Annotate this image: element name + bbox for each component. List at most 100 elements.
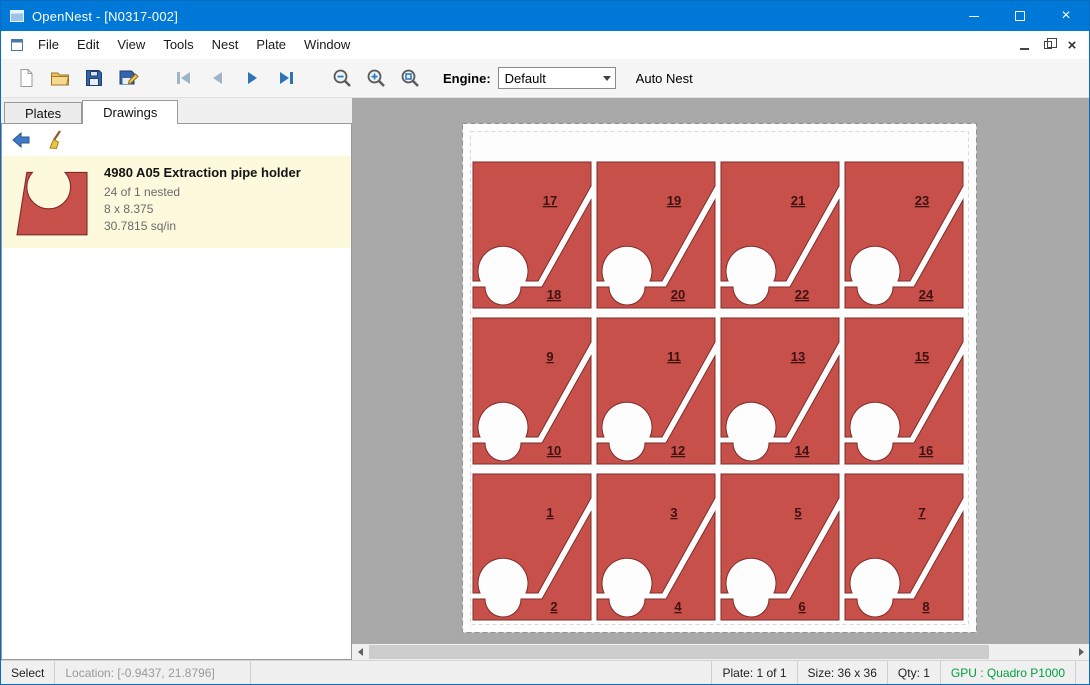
clear-button[interactable] [44,127,70,153]
status-qty: Qty: 1 [887,661,940,684]
open-folder-icon [49,67,71,89]
last-plate-button[interactable] [269,62,303,94]
zoom-fit-icon [399,67,421,89]
minimize-button[interactable] [951,1,997,31]
zoom-out-icon [331,67,353,89]
plate[interactable]: 171819202122232491011121314151612345678 [462,123,977,638]
part-number: 7 [918,505,925,520]
part-number: 15 [915,349,929,364]
new-button[interactable] [9,62,43,94]
part-number: 18 [547,287,561,302]
window-title: OpenNest - [N0317-002] [32,9,178,24]
scroll-right-icon [1079,648,1084,656]
main-toolbar: Engine: Default Auto Nest [1,59,1089,98]
menu-nest[interactable]: Nest [203,34,248,56]
auto-nest-button[interactable]: Auto Nest [636,71,693,86]
part-number: 5 [794,505,801,520]
part-number: 21 [791,193,805,208]
nest-canvas[interactable]: 171819202122232491011121314151612345678 [352,98,1089,660]
maximize-icon [1015,11,1025,21]
scroll-left-button[interactable] [352,644,368,660]
mdi-close-icon: × [1068,38,1077,53]
save-button[interactable] [77,62,111,94]
title-bar: OpenNest - [N0317-002] × [1,1,1089,31]
mdi-minimize-button[interactable] [1013,35,1035,55]
mdi-restore-button[interactable] [1037,35,1059,55]
part-number: 6 [798,599,805,614]
broom-icon [46,129,68,151]
drawing-list-item[interactable]: 4980 A05 Extraction pipe holder 24 of 1 … [2,156,351,248]
maximize-button[interactable] [997,1,1043,31]
app-window: OpenNest - [N0317-002] × File Edit View … [0,0,1090,685]
left-panel: Plates Drawings [1,98,352,660]
previous-plate-button[interactable] [201,62,235,94]
part-number: 3 [670,505,677,520]
menu-tools[interactable]: Tools [154,34,202,56]
close-icon: × [1061,8,1070,24]
part-number: 23 [915,193,929,208]
status-mode: Select [1,661,55,684]
part-number: 17 [543,193,557,208]
drawing-area: 30.7815 sq/in [104,218,301,235]
scroll-thumb[interactable] [369,645,989,659]
previous-arrow-icon [207,67,229,89]
menu-file[interactable]: File [29,34,68,56]
part-number: 13 [791,349,805,364]
drawing-title: 4980 A05 Extraction pipe holder [104,165,301,181]
part-number: 9 [546,349,553,364]
next-plate-button[interactable] [235,62,269,94]
part-number: 22 [795,287,809,302]
open-button[interactable] [43,62,77,94]
last-arrow-icon [275,67,297,89]
tab-plates[interactable]: Plates [4,102,82,123]
menu-plate[interactable]: Plate [247,34,295,56]
part-number: 19 [667,193,681,208]
engine-value: Default [499,71,599,86]
zoom-out-button[interactable] [325,62,359,94]
status-plate: Plate: 1 of 1 [711,661,796,684]
blue-back-arrow-icon [10,129,32,151]
close-button[interactable]: × [1043,1,1089,31]
drawing-size: 8 x 8.375 [104,201,301,218]
part-number: 14 [795,443,810,458]
part-number: 10 [547,443,561,458]
menu-window[interactable]: Window [295,34,359,56]
status-bar: Select Location: [-0.9437, 21.8796] Plat… [1,660,1089,684]
mdi-close-button[interactable]: × [1061,35,1083,55]
part-number: 8 [922,599,929,614]
drawings-panel: 4980 A05 Extraction pipe holder 24 of 1 … [1,123,352,660]
part-number: 24 [919,287,934,302]
menu-view[interactable]: View [108,34,154,56]
part-shape-icon [14,167,90,237]
scroll-left-icon [358,648,363,656]
mdi-restore-icon [1044,41,1052,49]
drawing-list-empty-area [2,248,351,659]
zoom-fit-button[interactable] [393,62,427,94]
resize-grip[interactable] [1075,661,1089,684]
status-gpu: GPU : Quadro P1000 [940,661,1075,684]
horizontal-scrollbar[interactable] [352,644,1089,660]
part-number: 11 [667,349,681,364]
part-number: 4 [674,599,682,614]
document-icon [9,37,25,53]
drawing-nested-count: 24 of 1 nested [104,184,301,201]
part-number: 1 [546,505,553,520]
engine-select[interactable]: Default [498,67,616,89]
return-part-button[interactable] [8,127,34,153]
part-number: 12 [671,443,685,458]
save-edit-icon [117,67,139,89]
scroll-track[interactable] [368,644,1073,660]
save-as-button[interactable] [111,62,145,94]
tab-drawings[interactable]: Drawings [82,100,178,124]
minimize-icon [969,16,979,17]
chevron-down-icon [599,76,615,81]
menu-edit[interactable]: Edit [68,34,108,56]
save-icon [83,67,105,89]
zoom-in-button[interactable] [359,62,393,94]
status-spacer [251,661,711,684]
part-number: 16 [919,443,933,458]
first-plate-button[interactable] [167,62,201,94]
mdi-minimize-icon [1020,48,1029,50]
new-document-icon [15,67,37,89]
scroll-right-button[interactable] [1073,644,1089,660]
